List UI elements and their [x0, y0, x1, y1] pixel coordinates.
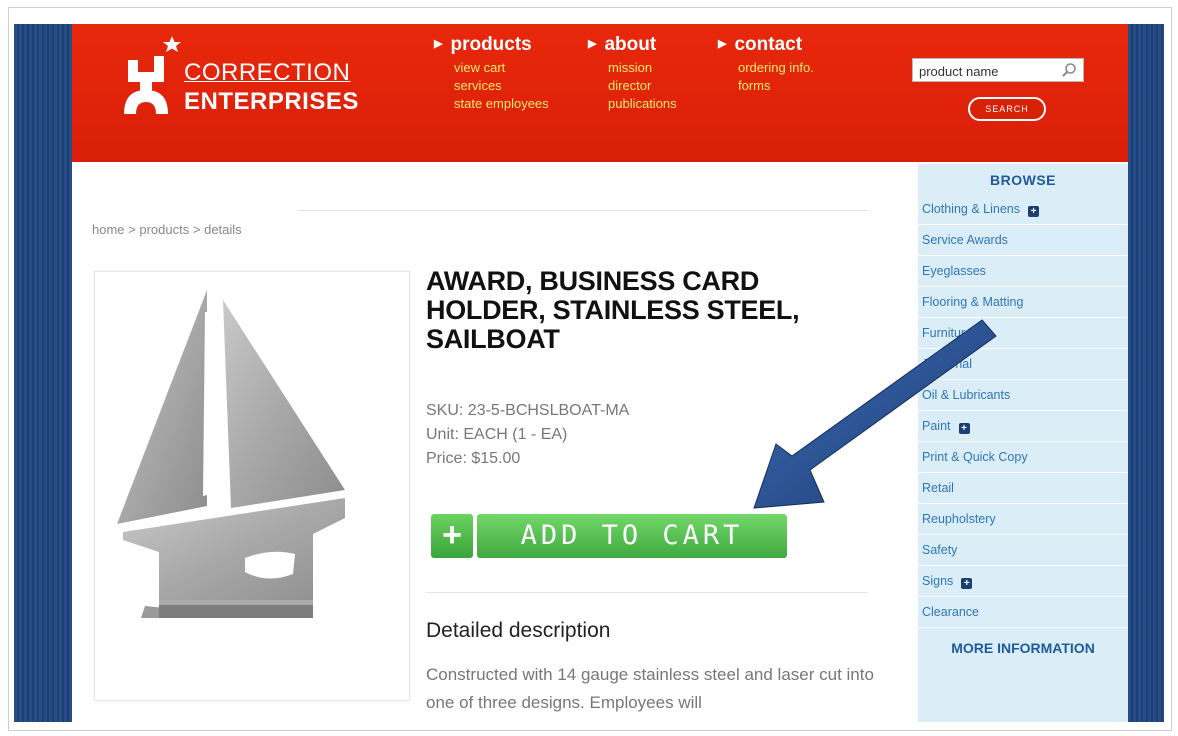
product-sku: SKU: 23-5-BCHSLBOAT-MA: [426, 402, 630, 419]
nav-about-label: about: [604, 34, 657, 55]
sidebar-item[interactable]: Safety: [918, 535, 1128, 566]
nav-products-heading[interactable]: ▶ products: [434, 34, 549, 56]
search-input[interactable]: [917, 60, 1051, 82]
sidebar-item[interactable]: Eyeglasses: [918, 256, 1128, 287]
nav-link-ordering-info[interactable]: ordering info.: [718, 59, 814, 77]
add-to-cart-button[interactable]: + ADD TO CART: [431, 514, 787, 558]
triangle-right-icon: ▶: [718, 38, 727, 50]
sidebar-item-label: Janitorial: [922, 357, 973, 371]
triangle-right-icon: ▶: [588, 38, 597, 50]
sidebar: BROWSE Clothing & Linens + Service Awards E…: [918, 164, 1128, 722]
expand-plus-icon[interactable]: +: [961, 578, 973, 589]
sidebar-item-label: Clearance: [922, 605, 979, 619]
sidebar-item[interactable]: Retail: [918, 473, 1128, 504]
expand-plus-icon[interactable]: +: [958, 423, 970, 434]
breadcrumb-products[interactable]: products: [139, 222, 189, 237]
page-container: CORRECTION ENTERPRISES ▶ products view ca…: [72, 24, 1128, 722]
sidebar-item[interactable]: Furniture +: [918, 318, 1128, 349]
content-divider: [298, 210, 868, 211]
nav-about: ▶ about mission director publications: [588, 34, 677, 113]
site-header: CORRECTION ENTERPRISES ▶ products view ca…: [72, 24, 1128, 162]
nav-products: ▶ products view cart services state emplo…: [434, 34, 549, 113]
nav-link-director[interactable]: director: [588, 77, 677, 95]
description-divider: [426, 592, 868, 593]
more-information-heading: MORE INFORMATION: [951, 640, 1095, 656]
nav-contact-heading[interactable]: ▶ contact: [718, 34, 814, 56]
magnifier-icon[interactable]: [1061, 62, 1077, 78]
expand-plus-icon[interactable]: +: [980, 330, 992, 341]
sidebar-item-label: Retail: [922, 481, 954, 495]
sidebar-item-label: Oil & Lubricants: [922, 388, 1011, 402]
product-price: Price: $15.00: [426, 450, 521, 467]
sailboat-image: [117, 290, 345, 618]
nav-contact-label: contact: [734, 34, 803, 55]
sidebar-item-label: Safety: [922, 543, 958, 557]
description-heading: Detailed description: [426, 619, 611, 642]
product-image: [94, 271, 410, 701]
breadcrumb-separator: >: [192, 222, 201, 237]
sidebar-item-label: Paint: [922, 419, 951, 433]
product-unit: Unit: EACH (1 - EA): [426, 426, 568, 443]
product-title: AWARD, BUSINESS CARD HOLDER, STAINLESS S…: [426, 266, 800, 354]
sidebar-item-label: Furniture: [922, 326, 973, 340]
browse-list: Clothing & Linens + Service Awards Eyeglass…: [918, 194, 1128, 628]
add-to-cart-label: ADD TO CART: [477, 514, 787, 558]
nav-about-heading[interactable]: ▶ about: [588, 34, 677, 56]
sidebar-item[interactable]: Clearance: [918, 597, 1128, 628]
browse-heading: BROWSE: [990, 172, 1056, 188]
sidebar-item[interactable]: Signs +: [918, 566, 1128, 597]
nav-link-services[interactable]: services: [434, 77, 549, 95]
product-meta: SKU: 23-5-BCHSLBOAT-MA Unit: EACH (1 - E…: [426, 399, 629, 471]
sidebar-item[interactable]: Print & Quick Copy: [918, 442, 1128, 473]
nav-link-publications[interactable]: publications: [588, 95, 677, 113]
sidebar-item[interactable]: Paint +: [918, 411, 1128, 442]
right-background-stripe: [1128, 24, 1164, 722]
triangle-right-icon: ▶: [434, 38, 443, 50]
breadcrumb-separator: >: [128, 222, 136, 237]
breadcrumb-home[interactable]: home: [92, 222, 125, 237]
sidebar-item[interactable]: Reupholstery: [918, 504, 1128, 535]
sidebar-item-label: Signs: [922, 574, 954, 588]
sidebar-item-label: Print & Quick Copy: [922, 450, 1028, 464]
sidebar-item[interactable]: Flooring & Matting: [918, 287, 1128, 318]
sidebar-item[interactable]: Janitorial: [918, 349, 1128, 380]
sidebar-item[interactable]: Clothing & Linens +: [918, 194, 1128, 225]
sidebar-item[interactable]: Oil & Lubricants: [918, 380, 1128, 411]
nav-link-mission[interactable]: mission: [588, 59, 677, 77]
sidebar-item-label: Eyeglasses: [922, 264, 986, 278]
left-background-stripe: [14, 24, 72, 722]
sidebar-item-label: Reupholstery: [922, 512, 996, 526]
logo[interactable]: CORRECTION ENTERPRISES: [120, 32, 370, 142]
search-button[interactable]: SEARCH: [968, 97, 1046, 121]
expand-plus-icon[interactable]: +: [1027, 206, 1039, 217]
sidebar-item-label: Flooring & Matting: [922, 295, 1024, 309]
sidebar-item-label: Clothing & Linens: [922, 202, 1020, 216]
nav-link-view-cart[interactable]: view cart: [434, 59, 549, 77]
nav-contact: ▶ contact ordering info. forms: [718, 34, 814, 95]
description-text: Constructed with 14 gauge stainless stee…: [426, 665, 874, 712]
logo-star-figure-icon: [124, 36, 181, 114]
brand-line-1: CORRECTION: [184, 59, 351, 86]
nav-link-state-employees[interactable]: state employees: [434, 95, 549, 113]
brand-line-2: ENTERPRISES: [184, 88, 359, 115]
search-box: [912, 58, 1084, 82]
nav-link-forms[interactable]: forms: [718, 77, 814, 95]
sidebar-item[interactable]: Service Awards: [918, 225, 1128, 256]
sidebar-item-label: Service Awards: [922, 233, 1008, 247]
breadcrumb-details: details: [204, 222, 242, 237]
nav-products-label: products: [450, 34, 532, 55]
plus-box-icon: +: [431, 514, 473, 558]
breadcrumb: home > products > details: [92, 222, 242, 237]
